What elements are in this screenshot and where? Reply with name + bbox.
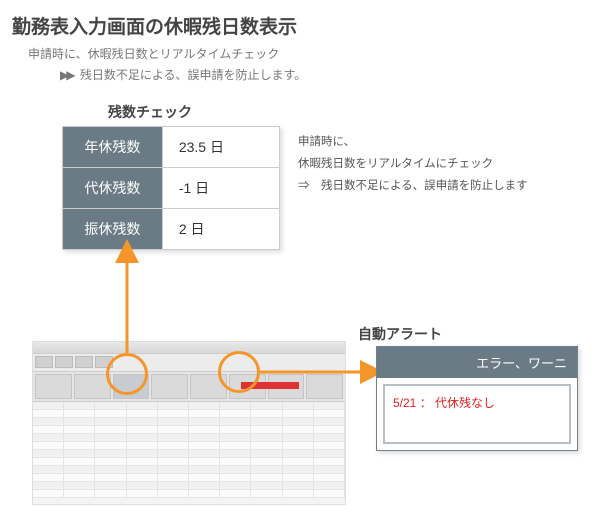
- table-row: 年休残数 23.5 日: [63, 127, 280, 168]
- ss-grid: [33, 402, 345, 498]
- ss-summary-cell: [151, 374, 188, 399]
- page-title: 勤務表入力画面の休暇残日数表示: [0, 0, 600, 43]
- alert-header: エラー、ワーニ: [377, 347, 577, 378]
- desc-line: 休暇残日数をリアルタイムにチェック: [298, 154, 528, 176]
- ss-toolbar-button: [75, 356, 93, 368]
- ss-summary-cell: [306, 374, 343, 399]
- page-subtitle-2-text: 残日数不足による、誤申請を防止します。: [80, 68, 306, 82]
- desc-line: ⇒ 残日数不足による、誤申請を防止します: [298, 176, 528, 198]
- callout-circle-icon: [106, 353, 148, 395]
- description-block: 申請時に、 休暇残日数をリアルタイムにチェック ⇒ 残日数不足による、誤申請を防…: [298, 132, 528, 198]
- page-subtitle-2: ▶▶ 残日数不足による、誤申請を防止します。: [0, 64, 600, 93]
- alert-panel: エラー、ワーニ 5/21 ： 代休残なし: [376, 346, 578, 451]
- alert-section-label: 自動アラート: [358, 324, 442, 344]
- desc-line: 申請時に、: [298, 132, 528, 154]
- ss-summary-cell: [74, 374, 111, 399]
- callout-circle-icon: [218, 351, 260, 393]
- alert-body: 5/21 ： 代休残なし: [383, 384, 571, 444]
- page-subtitle-1: 申請時に、休暇残日数とリアルタイムチェック: [0, 43, 600, 64]
- ss-summary-cell: [35, 374, 72, 399]
- arrow-icon: ▶▶: [60, 68, 72, 82]
- ss-toolbar: [33, 354, 345, 372]
- balance-label: 年休残数: [63, 127, 163, 168]
- balance-value: -1 日: [162, 168, 279, 209]
- timesheet-screenshot: [32, 341, 346, 505]
- ss-toolbar-button: [35, 356, 53, 368]
- balance-value: 23.5 日: [162, 127, 279, 168]
- table-row: 代休残数 -1 日: [63, 168, 280, 209]
- balance-table: 年休残数 23.5 日 代休残数 -1 日 振休残数 2 日: [62, 126, 280, 250]
- balance-label: 代休残数: [63, 168, 163, 209]
- balance-value: 2 日: [162, 209, 279, 250]
- remain-section-label: 残数チェック: [108, 102, 192, 122]
- ss-titlebar: [33, 342, 345, 354]
- alert-message: 5/21 ： 代休残なし: [393, 396, 495, 410]
- ss-toolbar-button: [55, 356, 73, 368]
- balance-label: 振休残数: [63, 209, 163, 250]
- table-row: 振休残数 2 日: [63, 209, 280, 250]
